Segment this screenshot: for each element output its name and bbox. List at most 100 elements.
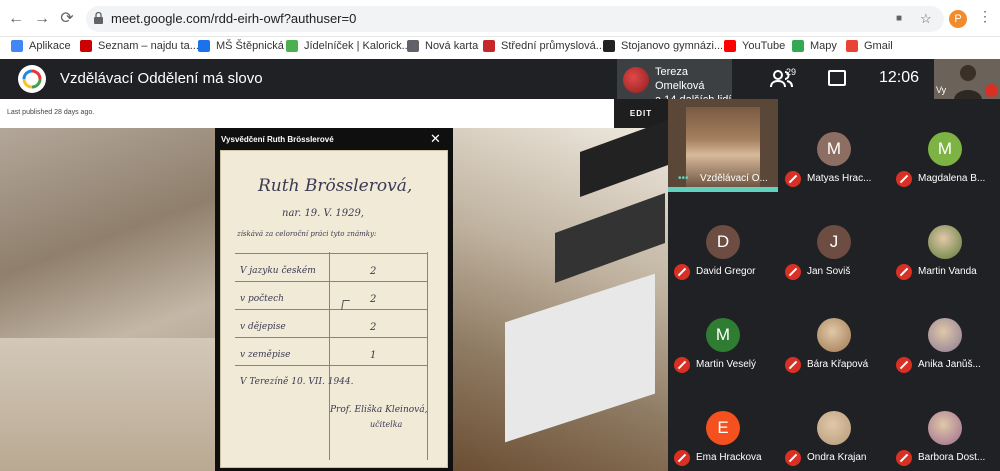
doc-grade: 2: [370, 294, 377, 305]
mic-off-icon: [785, 357, 801, 373]
close-icon[interactable]: ✕: [430, 131, 441, 147]
bookmark-label: Střední průmyslová...: [501, 40, 605, 52]
mic-off-icon: [785, 264, 801, 280]
doc-subject: v dějepise: [240, 322, 286, 332]
doc-vline: [427, 252, 428, 460]
meet-header: Vzdělávací Oddělení má slovo Tereza Omel…: [0, 59, 1000, 106]
mic-off-icon: [896, 357, 912, 373]
bookmark-label: Nová karta: [425, 40, 479, 52]
doc-line: [235, 253, 427, 254]
youtube-icon: [724, 40, 736, 52]
bookmark-item[interactable]: Gmail: [846, 40, 893, 52]
doc-grade: 1: [370, 350, 377, 361]
gmail-icon: [846, 40, 858, 52]
doc-place-date: V Terezíně 10. VII. 1944.: [240, 377, 354, 387]
doc-grade: 2: [370, 266, 377, 277]
presenter-name-line1: Tereza Omelková: [655, 66, 705, 92]
mic-off-icon: [674, 357, 690, 373]
profile-avatar[interactable]: P: [949, 10, 967, 28]
participant-tile[interactable]: Barbora Dost...: [890, 378, 1000, 471]
presenter-avatar: [623, 67, 649, 93]
back-arrow-icon[interactable]: ←: [6, 9, 26, 29]
participant-tile[interactable]: Bára Křapová: [779, 285, 889, 378]
bookmark-item[interactable]: Střední průmyslová...: [483, 40, 605, 52]
participant-name: Ema Hrackova: [696, 452, 762, 463]
participant-tile[interactable]: M Martin Veselý: [668, 285, 778, 378]
participant-tile[interactable]: E Ema Hrackova: [668, 378, 778, 471]
doc-line: [235, 281, 427, 282]
address-bar[interactable]: meet.google.com/rdd-eirh-owf?authuser=0 …: [86, 6, 944, 32]
avatar: D: [706, 225, 740, 259]
avatar: M: [817, 132, 851, 166]
participant-tile[interactable]: J Jan Soviš: [779, 192, 889, 285]
participant-name: Ondra Krajan: [807, 452, 867, 463]
gymnazium-icon: [603, 40, 615, 52]
meeting-title: Vzdělávací Oddělení má slovo: [60, 70, 263, 87]
participant-name: Matyas Hrac...: [807, 173, 872, 184]
forward-arrow-icon[interactable]: →: [32, 9, 52, 29]
mic-off-icon: [785, 171, 801, 187]
browser-toolbar: ← → ⟳ meet.google.com/rdd-eirh-owf?authu…: [0, 0, 1000, 37]
avatar: [817, 318, 851, 352]
doc-subject: v zeměpise: [240, 350, 291, 360]
bookmark-item[interactable]: Nová karta: [407, 40, 478, 52]
bookmark-label: Seznam – najdu ta...: [98, 40, 199, 52]
bookmark-label: Mapy: [810, 40, 837, 52]
self-label: Vy: [936, 85, 947, 95]
self-mic-off-icon[interactable]: [985, 84, 998, 97]
bookmark-item[interactable]: Seznam – najdu ta...: [80, 40, 199, 52]
participant-name: Bára Křapová: [807, 359, 869, 370]
doc-name: Ruth Brösslerová,: [258, 176, 413, 196]
bookmark-item[interactable]: MŠ Štěpnická: [198, 40, 284, 52]
presenter-chip[interactable]: Tereza Omelková a 14 dalších lidí: [617, 59, 732, 106]
participant-tile[interactable]: M Magdalena B...: [890, 99, 1000, 192]
camera-icon[interactable]: ■: [896, 13, 902, 24]
bookmark-item[interactable]: Aplikace: [11, 40, 71, 52]
avatar: M: [706, 318, 740, 352]
chat-icon[interactable]: [828, 70, 846, 86]
participant-name: Martin Veselý: [696, 359, 757, 370]
bookmark-label: Aplikace: [29, 40, 71, 52]
participant-name: Barbora Dost...: [918, 452, 986, 463]
bookmark-item[interactable]: Jídelníček | Kalorick...: [286, 40, 411, 52]
participant-name: Martin Vanda: [918, 266, 977, 277]
modal-title: Vysvědčení Ruth Brösslerové: [221, 135, 334, 144]
doc-role: učitelka: [370, 420, 403, 429]
bookmark-label: MŠ Štěpnická: [216, 40, 284, 52]
doc-birth: nar. 19. V. 1929,: [282, 208, 364, 219]
mic-off-icon: [674, 450, 690, 466]
seznam-icon: [80, 40, 92, 52]
meeting-logo: [18, 65, 46, 93]
menu-icon[interactable]: ⋮: [978, 8, 992, 25]
participant-name: Vzdělávací O...: [700, 173, 768, 184]
mic-off-icon: [674, 264, 690, 280]
participant-tile[interactable]: Ondra Krajan: [779, 378, 889, 471]
participant-name: Magdalena B...: [918, 173, 986, 184]
doc-line: [235, 337, 427, 338]
participant-name: Anika Janůš...: [918, 359, 981, 370]
jidelnicek-icon: [286, 40, 298, 52]
participant-tile[interactable]: ••• Vzdělávací O...: [668, 99, 778, 192]
published-note: Last published 28 days ago.: [7, 109, 95, 116]
url-text: meet.google.com/rdd-eirh-owf?authuser=0: [111, 11, 357, 26]
participant-tile[interactable]: D David Gregor: [668, 192, 778, 285]
apps-icon: [11, 40, 23, 52]
participant-tile[interactable]: Martin Vanda: [890, 192, 1000, 285]
bookmark-label: YouTube: [742, 40, 786, 52]
bookmark-item[interactable]: Stojanovo gymnázi...: [603, 40, 723, 52]
avatar: [928, 225, 962, 259]
lock-icon: [94, 12, 103, 24]
avatar: [817, 411, 851, 445]
reload-icon[interactable]: ⟳: [57, 9, 77, 29]
avatar: M: [928, 132, 962, 166]
bookmark-item[interactable]: YouTube: [724, 40, 785, 52]
mic-off-icon: [896, 171, 912, 187]
doc-line: [235, 309, 427, 310]
doc-grade: 2: [370, 322, 377, 333]
bookmark-item[interactable]: Mapy: [792, 40, 837, 52]
participant-tile[interactable]: Anika Janůš...: [890, 285, 1000, 378]
participant-tile[interactable]: M Matyas Hrac...: [779, 99, 889, 192]
star-icon[interactable]: ☆: [920, 11, 932, 27]
gallery-floor: [0, 338, 215, 471]
bookmark-label: Stojanovo gymnázi...: [621, 40, 724, 52]
